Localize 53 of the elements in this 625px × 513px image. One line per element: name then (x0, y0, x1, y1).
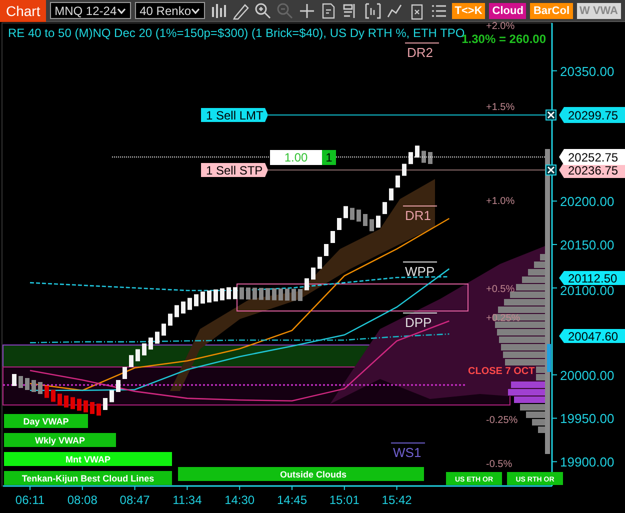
order-tag[interactable]: 1 Sell LMT (201, 108, 268, 122)
zoom-in-icon[interactable] (254, 2, 272, 20)
price-label: 19900.00 (560, 454, 614, 470)
time-label: 08:08 (67, 493, 98, 507)
price-label: 20100.00 (560, 282, 614, 298)
indicator-label: Outside Clouds (178, 467, 424, 481)
price-label: 20150.00 (560, 238, 614, 252)
chevron-icon (191, 8, 200, 14)
percent-level-label: +2.0% (486, 22, 515, 32)
time-label: 14:30 (224, 493, 255, 507)
pivot-label: DR1 (402, 206, 438, 223)
percent-level-label: +0.5% (486, 284, 515, 295)
price-tag: 20112.50 (559, 271, 625, 286)
dropdown[interactable]: MNQ 12-24 (50, 2, 131, 19)
price-label: 19950.00 (560, 411, 614, 426)
crosshair-icon[interactable] (298, 2, 316, 20)
bar-chart-icon[interactable] (210, 2, 228, 20)
indicator-label: Mnt VWAP (4, 452, 172, 466)
price-label: 20200.00 (560, 194, 614, 210)
percent-level-label: +1.5% (486, 102, 515, 113)
pivot-label: DR2 (404, 42, 440, 60)
price-tag: 20299.75 (559, 107, 625, 123)
pivot-label: WS1 (390, 442, 426, 460)
order-tag[interactable]: 1 Sell STP (201, 163, 268, 178)
price-label: 20350.00 (560, 64, 614, 79)
percent-level-label: +1.0% (486, 196, 515, 207)
time-label: 06:11 (15, 493, 45, 507)
price-label: 20000.00 (560, 368, 614, 383)
pencil-icon[interactable] (232, 2, 250, 20)
close-icon[interactable] (546, 164, 556, 176)
time-label: 15:01 (329, 493, 360, 507)
close-label: CLOSE 7 OCT (468, 366, 535, 377)
frame-icon[interactable] (364, 2, 382, 20)
time-label: 15:42 (382, 493, 412, 507)
chart-title: RE 40 to 50 (M)NQ Dec 20 (1%=150p=$300) (1 Brick=$40), US Dy RTH %, ETH TPO (8, 26, 465, 40)
percent-level-label: -0.5% (486, 459, 512, 470)
dropdown[interactable]: 40 Renko (134, 2, 205, 19)
chart-tab[interactable]: Chart (0, 0, 46, 22)
pivot-label: WPP (402, 262, 438, 279)
percent-level-label: -0.25% (486, 415, 518, 426)
toolbar-button[interactable]: Cloud (489, 2, 526, 18)
close-icon[interactable] (546, 110, 556, 120)
indicator-label: Day VWAP (4, 414, 88, 428)
pivot-label: DPP (402, 312, 438, 330)
position-count: 1 (322, 150, 336, 165)
time-label: 14:45 (276, 493, 308, 507)
indicator-label: Wkly VWAP (4, 433, 116, 447)
chevron-icon (116, 8, 126, 14)
time-label: 11:34 (172, 493, 202, 507)
time-label: 08:47 (120, 493, 150, 507)
price-tag: 20252.75 (559, 149, 625, 165)
indicator-label: Tenkan-Kijun Best Cloud Lines (4, 471, 172, 485)
price-tag: 20047.60 (559, 329, 625, 344)
